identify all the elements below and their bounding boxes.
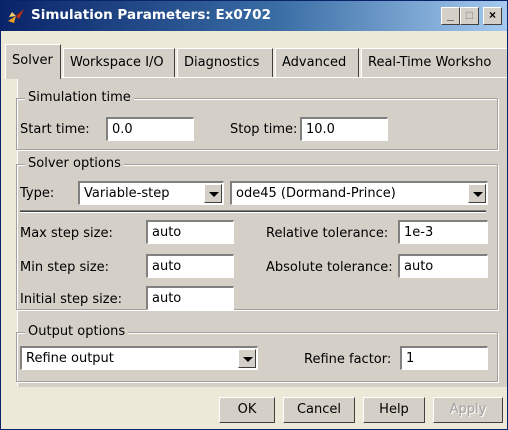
solver-options-title: Solver options (25, 156, 124, 171)
start-time-input[interactable]: 0.0 (106, 117, 194, 141)
absolute-tolerance-input[interactable]: auto (398, 254, 488, 278)
output-options-title: Output options (25, 324, 129, 339)
tab-advanced[interactable]: Advanced (275, 48, 359, 78)
solver-type-value: Variable-step (84, 186, 170, 201)
tab-real-time-workshop[interactable]: Real-Time Worksho (361, 48, 507, 78)
relative-tolerance-input[interactable]: 1e-3 (398, 220, 488, 244)
solver-separator (20, 210, 486, 213)
solver-type-select[interactable]: Variable-step (78, 181, 224, 205)
tab-diagnostics[interactable]: Diagnostics (177, 48, 273, 78)
window-title: Simulation Parameters: Ex0702 (31, 7, 271, 23)
chevron-down-icon[interactable] (468, 184, 486, 203)
min-step-input[interactable]: auto (146, 254, 234, 278)
stop-time-input[interactable]: 10.0 (300, 117, 388, 141)
initial-step-label: Initial step size: (20, 292, 122, 307)
apply-button[interactable]: Apply (433, 397, 503, 423)
chevron-down-icon[interactable] (204, 184, 222, 203)
simulation-parameters-dialog: Simulation Parameters: Ex0702 _ □ × Solv… (0, 0, 508, 430)
output-options-select[interactable]: Refine output (20, 346, 258, 370)
refine-factor-label: Refine factor: (304, 352, 392, 367)
help-button[interactable]: Help (363, 397, 425, 423)
stop-time-label: Stop time: (230, 122, 298, 137)
tab-solver[interactable]: Solver (5, 44, 61, 79)
solver-panel: Simulation time Start time: 0.0 Stop tim… (16, 77, 507, 387)
cancel-button[interactable]: Cancel (283, 397, 355, 423)
initial-step-input[interactable]: auto (146, 286, 234, 310)
title-bar[interactable]: Simulation Parameters: Ex0702 _ □ × (1, 1, 507, 31)
solver-method-select[interactable]: ode45 (Dormand-Prince) (230, 181, 488, 205)
min-step-label: Min step size: (20, 260, 110, 275)
relative-tolerance-label: Relative tolerance: (266, 226, 389, 241)
output-options-value: Refine output (26, 351, 114, 366)
simulation-time-title: Simulation time (25, 90, 134, 105)
refine-factor-input[interactable]: 1 (400, 346, 488, 370)
simulink-arrow-icon (8, 9, 24, 23)
solver-method-value: ode45 (Dormand-Prince) (236, 186, 396, 201)
minimize-button[interactable]: _ (441, 7, 460, 25)
maximize-button[interactable]: □ (460, 7, 479, 25)
max-step-input[interactable]: auto (146, 220, 234, 244)
absolute-tolerance-label: Absolute tolerance: (266, 260, 393, 275)
chevron-down-icon[interactable] (238, 349, 256, 368)
close-button[interactable]: × (483, 7, 502, 25)
start-time-label: Start time: (20, 122, 90, 137)
type-label: Type: (20, 186, 55, 201)
tab-workspace-io[interactable]: Workspace I/O (63, 48, 175, 78)
ok-button[interactable]: OK (219, 397, 275, 423)
max-step-label: Max step size: (20, 226, 113, 241)
